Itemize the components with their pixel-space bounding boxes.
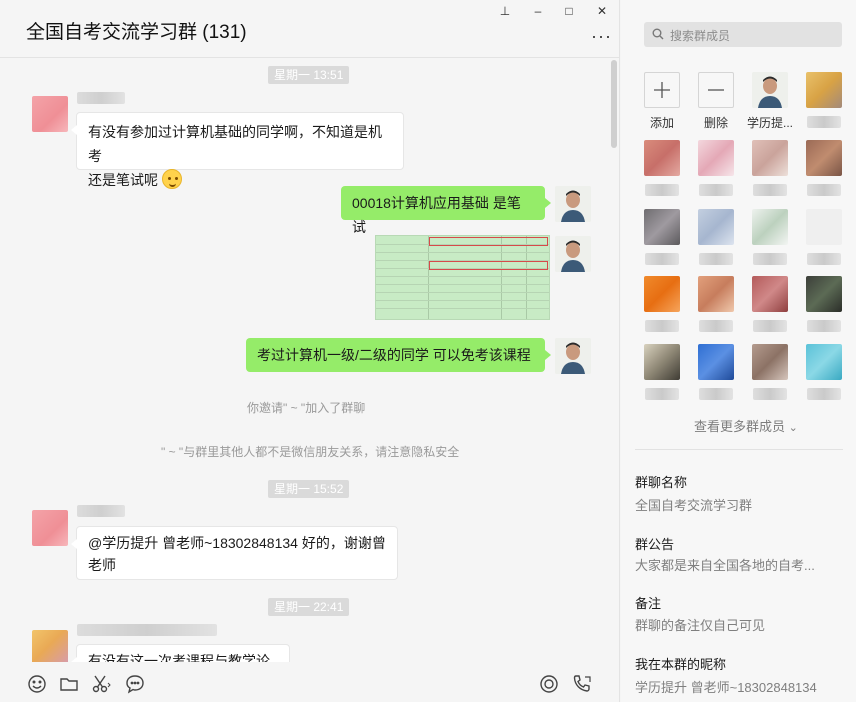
member-item[interactable] [692, 209, 740, 265]
message-bubble[interactable]: 有没有参加过计算机基础的同学啊，不知道是机考 还是笔试呢 [71, 112, 404, 189]
member-item[interactable] [692, 276, 740, 332]
group-notice-label: 群公告 [635, 537, 675, 552]
remove-member-button[interactable]: 删除 [692, 72, 740, 130]
system-message-invite: 你邀请" ~ "加入了群聊 [247, 401, 366, 415]
member-item[interactable] [746, 140, 794, 196]
avatar [752, 72, 788, 108]
minimize-button[interactable]: – [527, 2, 549, 20]
live-icon[interactable] [539, 674, 559, 694]
input-toolbar [0, 662, 620, 702]
chat-title: 全国自考交流学习群 (131) [26, 22, 247, 43]
member-item[interactable] [746, 344, 794, 400]
chat-history-icon[interactable] [125, 674, 145, 694]
phone-call-icon[interactable] [572, 674, 592, 694]
remark-value[interactable]: 群聊的备注仅自己可见 [635, 615, 835, 634]
member-item[interactable] [800, 140, 848, 196]
message-text: 00018计算机应用基础 是笔试 [352, 195, 521, 235]
message-text: 有没有这一次考课程与教学论的 [88, 653, 270, 662]
my-nickname-value[interactable]: 学历提升 曾老师~18302848134 [635, 677, 835, 696]
message-bubble[interactable]: 00018计算机应用基础 是笔试 [341, 186, 551, 235]
timestamp: 星期一 13:51 [268, 66, 350, 84]
member-self[interactable]: 学历提... [746, 72, 794, 130]
chat-header: 全国自考交流学习群 (131) ⊥ – □ ✕ ··· [0, 0, 620, 58]
avatar [806, 72, 842, 108]
group-info-panel: 搜索群成员 添加 删除 学历提... 查看更多群成员 ⌄ 群聊名称 全国自考交流… [621, 0, 856, 702]
message-bubble[interactable]: 考过计算机一级/二级的同学 可以免考该课程 [246, 338, 551, 372]
member-search-input[interactable]: 搜索群成员 [644, 22, 842, 47]
self-avatar[interactable] [555, 236, 591, 272]
member-item[interactable] [638, 209, 686, 265]
my-nickname-label: 我在本群的昵称 [635, 657, 727, 672]
member-avatar[interactable] [32, 96, 68, 132]
message-text: @学历提升 曾老师~18302848134 好的，谢谢曾 [88, 535, 386, 551]
timestamp: 星期一 15:52 [268, 480, 350, 498]
pin-icon[interactable]: ⊥ [494, 2, 516, 20]
screenshot-scissors-icon[interactable] [91, 674, 111, 694]
member-item[interactable] [746, 209, 794, 265]
group-notice-value[interactable]: 大家都是来自全国各地的自考... [635, 555, 835, 574]
timestamp: 星期一 22:41 [268, 598, 350, 616]
minus-icon [698, 72, 734, 108]
sender-name [77, 505, 125, 517]
message-text-line-2: 老师 [88, 557, 116, 573]
close-button[interactable]: ✕ [591, 2, 613, 20]
search-placeholder: 搜索群成员 [670, 29, 731, 43]
member-item[interactable] [800, 209, 848, 265]
system-message-privacy: " ~ "与群里其他人都不是微信朋友关系，请注意隐私安全 [161, 445, 460, 459]
message-bubble[interactable]: 有没有这一次考课程与教学论的 [71, 644, 290, 662]
search-icon [652, 28, 664, 40]
member-item[interactable] [746, 276, 794, 332]
chevron-down-icon: ⌄ [788, 422, 798, 434]
maximize-button[interactable]: □ [558, 2, 580, 20]
chat-window: 全国自考交流学习群 (131) ⊥ – □ ✕ ··· 星期一 13:51 有没… [0, 0, 620, 702]
image-message[interactable] [375, 235, 550, 320]
plus-icon [644, 72, 680, 108]
self-avatar[interactable] [555, 338, 591, 374]
add-member-button[interactable]: 添加 [638, 72, 686, 130]
message-text: 考过计算机一级/二级的同学 可以免考该课程 [257, 347, 531, 363]
member-item[interactable] [638, 276, 686, 332]
member-item[interactable] [692, 140, 740, 196]
message-list[interactable]: 星期一 13:51 有没有参加过计算机基础的同学啊，不知道是机考 还是笔试呢 0… [0, 58, 620, 662]
member-avatar[interactable] [32, 630, 68, 662]
emoji-icon[interactable] [27, 674, 47, 694]
folder-icon[interactable] [59, 674, 79, 694]
group-name-value[interactable]: 全国自考交流学习群 [635, 495, 835, 514]
smile-emoji-icon [161, 169, 182, 189]
member-avatar[interactable] [32, 510, 68, 546]
member-item[interactable] [638, 344, 686, 400]
member-item[interactable] [692, 344, 740, 400]
scrollbar[interactable] [611, 60, 617, 148]
member-item[interactable] [800, 72, 848, 128]
member-item[interactable] [800, 276, 848, 332]
member-item[interactable] [800, 344, 848, 400]
sender-name [77, 624, 217, 636]
member-item[interactable] [638, 140, 686, 196]
message-text: 有没有参加过计算机基础的同学啊，不知道是机考 [88, 124, 382, 164]
divider [635, 449, 843, 450]
more-options-icon[interactable]: ··· [591, 26, 612, 47]
self-avatar[interactable] [555, 186, 591, 222]
message-bubble[interactable]: @学历提升 曾老师~18302848134 好的，谢谢曾 老师 [71, 526, 398, 580]
remark-label: 备注 [635, 596, 662, 611]
group-name-label: 群聊名称 [635, 475, 688, 490]
sender-name [77, 92, 125, 104]
see-more-members-link[interactable]: 查看更多群成员 ⌄ [694, 416, 798, 435]
